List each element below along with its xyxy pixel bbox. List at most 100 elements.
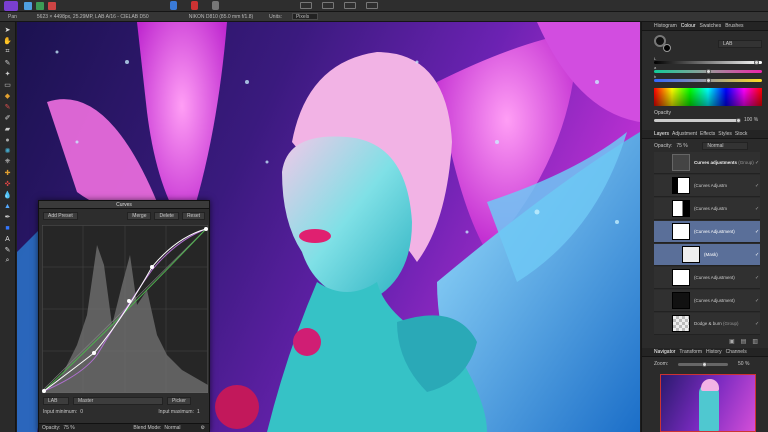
persona-icons[interactable] [24, 2, 64, 10]
a-slider[interactable] [654, 69, 762, 74]
erase-tool-icon[interactable]: ▰ [3, 124, 13, 134]
selection-brush-icon[interactable]: ✎ [3, 58, 13, 68]
layer-name: Dodge & burn [694, 321, 722, 326]
tab-history[interactable]: History [706, 349, 722, 355]
visibility-checkbox[interactable]: ✓ [755, 160, 760, 166]
zoom-slider[interactable] [678, 362, 728, 367]
visibility-checkbox[interactable]: ✓ [755, 321, 760, 327]
reset-button[interactable]: Reset [181, 212, 205, 220]
layer-row[interactable]: Curves adjustments (Group) ✓ [654, 152, 760, 174]
curves-titlebar[interactable]: Curves [39, 201, 209, 209]
channel-select[interactable]: Master [73, 397, 163, 405]
visibility-checkbox[interactable]: ✓ [755, 229, 760, 235]
picker-button[interactable]: Picker [167, 397, 191, 405]
layer-name: (Curves Adjustment) [694, 298, 735, 303]
zoom-label: Zoom: [654, 361, 669, 367]
blur-tool-icon[interactable]: 💧 [3, 190, 13, 200]
merge-button[interactable]: Merge [127, 212, 152, 220]
tab-transform[interactable]: Transform [679, 349, 702, 355]
visibility-checkbox[interactable]: ✓ [755, 252, 760, 258]
layer-type: (Group) [723, 321, 739, 326]
dodge-tool-icon[interactable]: ● [3, 135, 13, 145]
input-max-field[interactable]: 1 [197, 409, 207, 415]
layer-row[interactable]: (Curves Adjustm ✓ [654, 198, 760, 220]
secondary-colour-well[interactable] [663, 44, 671, 52]
navigator-preview[interactable] [660, 374, 756, 432]
tab-colour[interactable]: Colour [681, 23, 696, 29]
colour-opacity-value[interactable]: 100 % [744, 117, 758, 123]
top-toolbar [0, 0, 768, 12]
layer-row[interactable]: Dodge & burn (Group) ✓ [654, 313, 760, 335]
curves-title: Curves [116, 202, 132, 208]
layers-panel-tabs: Layers Adjustment Effects Styles Stock [642, 130, 768, 139]
layers-blend-select[interactable]: Normal [702, 142, 749, 150]
colour-space-select[interactable]: LAB [43, 397, 69, 405]
input-min-field[interactable]: 0 [80, 409, 94, 415]
visibility-checkbox[interactable]: ✓ [755, 275, 760, 281]
visibility-checkbox[interactable]: ✓ [755, 206, 760, 212]
tab-stock[interactable]: Stock [735, 131, 748, 137]
units-select[interactable]: Pixels [291, 13, 319, 20]
layers-opacity-value[interactable]: 75 % [676, 143, 698, 149]
move-tool-icon[interactable]: ➤ [3, 25, 13, 35]
layer-row[interactable]: (Curves Adjustment) ✓ [654, 267, 760, 289]
app-logo[interactable] [4, 1, 18, 11]
tab-effects[interactable]: Effects [700, 131, 715, 137]
colour-opacity-slider[interactable] [654, 118, 741, 123]
tab-brushes[interactable]: Brushes [725, 23, 743, 29]
fill-tool-icon[interactable]: ◆ [3, 91, 13, 101]
smudge-tool-icon[interactable]: ✺ [3, 146, 13, 156]
layers-footer-icons[interactable]: ▣ ▤ ▥ [654, 338, 762, 346]
colour-spectrum[interactable] [654, 88, 762, 106]
zoom-tool-icon[interactable]: ⌕ [3, 256, 13, 266]
l-slider[interactable] [654, 60, 762, 65]
add-layer-icon[interactable]: ▣ [729, 338, 735, 346]
folder-icon[interactable]: ▤ [741, 338, 747, 346]
dialog-opacity-value[interactable]: 75 % [63, 425, 93, 431]
marquee-tool-icon[interactable]: ▭ [3, 80, 13, 90]
shape-tool-icon[interactable]: ■ [3, 223, 13, 233]
colour-mode-select[interactable]: LAB [718, 40, 762, 48]
clone-tool-icon[interactable]: ⎈ [3, 157, 13, 167]
colour-wells[interactable] [654, 35, 672, 53]
mask-name: (Mask) [704, 252, 718, 257]
tab-swatches[interactable]: Swatches [700, 23, 722, 29]
tab-histogram[interactable]: Histogram [654, 23, 677, 29]
tab-channels[interactable]: Channels [726, 349, 747, 355]
layer-row[interactable]: (Curves Adjustment) ✓ [654, 290, 760, 312]
blemish-tool-icon[interactable]: ✜ [3, 179, 13, 189]
dialog-opacity-label: Opacity: [42, 425, 61, 431]
layer-row-selected[interactable]: (Curves Adjustment) ✓ [654, 221, 760, 243]
curves-graph[interactable] [42, 225, 208, 393]
add-preset-button[interactable]: Add Preset [43, 212, 78, 220]
healing-tool-icon[interactable]: ✚ [3, 168, 13, 178]
mask-row[interactable]: (Mask) ✓ [654, 244, 760, 266]
pen-tool-icon[interactable]: ✒ [3, 212, 13, 222]
layer-name: (Curves Adjustment) [694, 229, 735, 234]
toolbar-icons-center[interactable] [170, 1, 290, 11]
crop-tool-icon[interactable]: ⌗ [3, 47, 13, 57]
toolbar-icons-right[interactable] [300, 2, 420, 10]
zoom-value[interactable]: 50 % [738, 361, 749, 367]
text-tool-icon[interactable]: A [3, 234, 13, 244]
colour-panel-tabs: Histogram Colour Swatches Brushes [642, 22, 768, 31]
view-tool-icon[interactable]: ✋ [3, 36, 13, 46]
pixel-tool-icon[interactable]: ✐ [3, 113, 13, 123]
curves-dialog[interactable]: Curves Add Preset Merge Delete Reset LAB… [38, 200, 210, 432]
b-slider[interactable] [654, 78, 762, 83]
layer-row[interactable]: (Curves Adjustm ✓ [654, 175, 760, 197]
color-picker-icon[interactable]: ✎ [3, 245, 13, 255]
paint-brush-icon[interactable]: ✎ [3, 102, 13, 112]
dialog-blend-select[interactable]: Normal [164, 425, 180, 431]
dialog-settings-icon[interactable]: ⚙ [201, 425, 205, 431]
visibility-checkbox[interactable]: ✓ [755, 298, 760, 304]
delete-layer-icon[interactable]: ▥ [752, 338, 758, 346]
tab-styles[interactable]: Styles [718, 131, 732, 137]
tab-layers[interactable]: Layers [654, 131, 669, 137]
delete-button[interactable]: Delete [154, 212, 179, 220]
tab-navigator[interactable]: Navigator [654, 349, 675, 355]
flood-select-icon[interactable]: ✦ [3, 69, 13, 79]
visibility-checkbox[interactable]: ✓ [755, 183, 760, 189]
sharpen-tool-icon[interactable]: ▲ [3, 201, 13, 211]
tab-adjustment[interactable]: Adjustment [672, 131, 697, 137]
